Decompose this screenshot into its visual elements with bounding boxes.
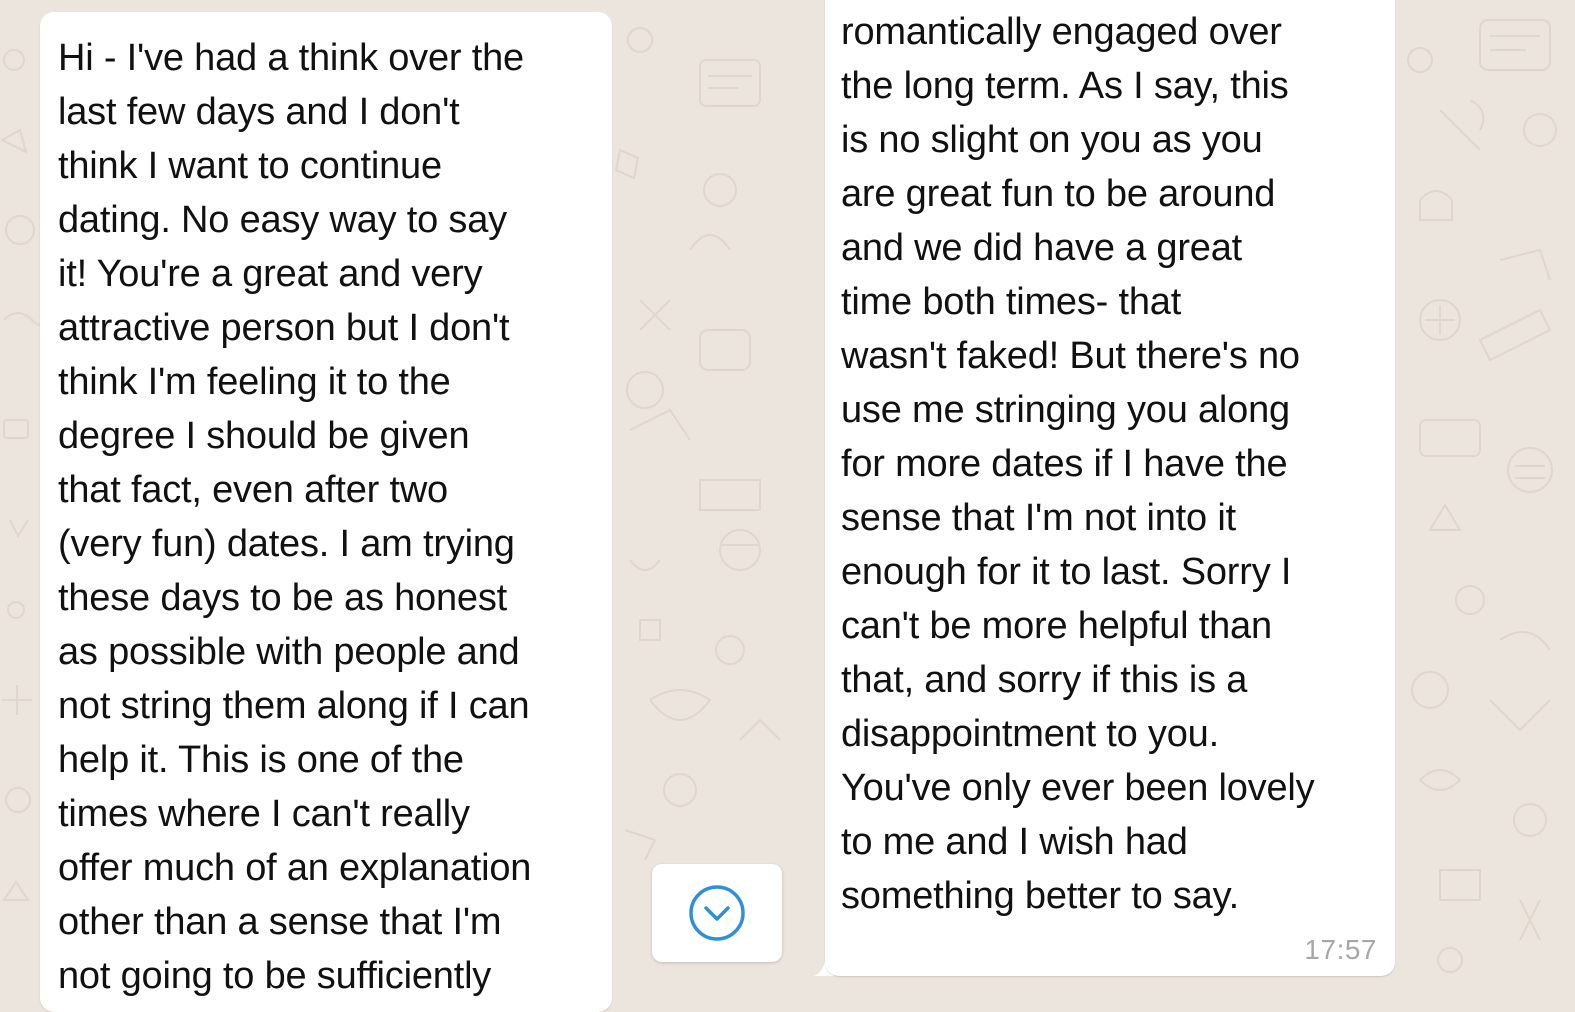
message-text-line: disappointment to you. (841, 713, 1219, 755)
message-text-line: (very fun) dates. I am trying (58, 523, 515, 565)
message-text-line: last few days and I don't (58, 91, 460, 133)
message-text-line: times where I can't really (58, 793, 470, 835)
message-text-line: and we did have a great (841, 227, 1243, 269)
message-text-line: are great fun to be around (841, 173, 1276, 215)
message-text-line: that fact, even after two (58, 469, 448, 511)
message-text-line: as possible with people and (58, 631, 520, 673)
message-text-line: think I'm feeling it to the (58, 361, 451, 403)
incoming-message-bubble[interactable]: Hi - I've had a think over the last few … (40, 12, 612, 1012)
message-text-line: not going to be sufficiently (58, 955, 492, 997)
message-text-line: think I want to continue (58, 145, 442, 187)
message-text-line: romantically engaged over (841, 11, 1282, 53)
message-text-line: use me stringing you along (841, 389, 1290, 431)
message-text-line: to me and I wish had (841, 821, 1188, 863)
incoming-message-bubble-continued[interactable]: romantically engaged over the long term.… (825, 0, 1395, 976)
message-text-line: dating. No easy way to say (58, 199, 507, 241)
message-text-line: the long term. As I say, this (841, 65, 1289, 107)
message-text-line: that, and sorry if this is a (841, 659, 1248, 701)
message-text-line: can't be more helpful than (841, 605, 1272, 647)
message-text-line: something better to say. (841, 875, 1239, 917)
message-text-line: sense that I'm not into it (841, 497, 1236, 539)
message-text-line: other than a sense that I'm (58, 901, 502, 943)
message-text-line: enough for it to last. Sorry I (841, 551, 1292, 593)
message-text-line: offer much of an explanation (58, 847, 532, 889)
message-text-line: it! You're a great and very (58, 253, 483, 295)
message-text-line: Hi - I've had a think over the (58, 37, 524, 79)
message-timestamp: 17:57 (1304, 934, 1377, 965)
message-text-line: attractive person but I don't (58, 307, 510, 349)
message-text-line: degree I should be given (58, 415, 470, 457)
scroll-to-bottom-button[interactable] (652, 864, 782, 962)
message-text-line: is no slight on you as you (841, 119, 1263, 161)
message-text-line: You've only ever been lovely (841, 767, 1315, 809)
message-text-line: not string them along if I can (58, 685, 530, 727)
message-text-line: time both times- that (841, 281, 1182, 323)
message-text-line: for more dates if I have the (841, 443, 1288, 485)
chevron-down-circle-icon (687, 883, 747, 943)
message-text-line: these days to be as honest (58, 577, 508, 619)
message-text-line: help it. This is one of the (58, 739, 464, 781)
message-text-line: wasn't faked! But there's no (841, 335, 1300, 377)
